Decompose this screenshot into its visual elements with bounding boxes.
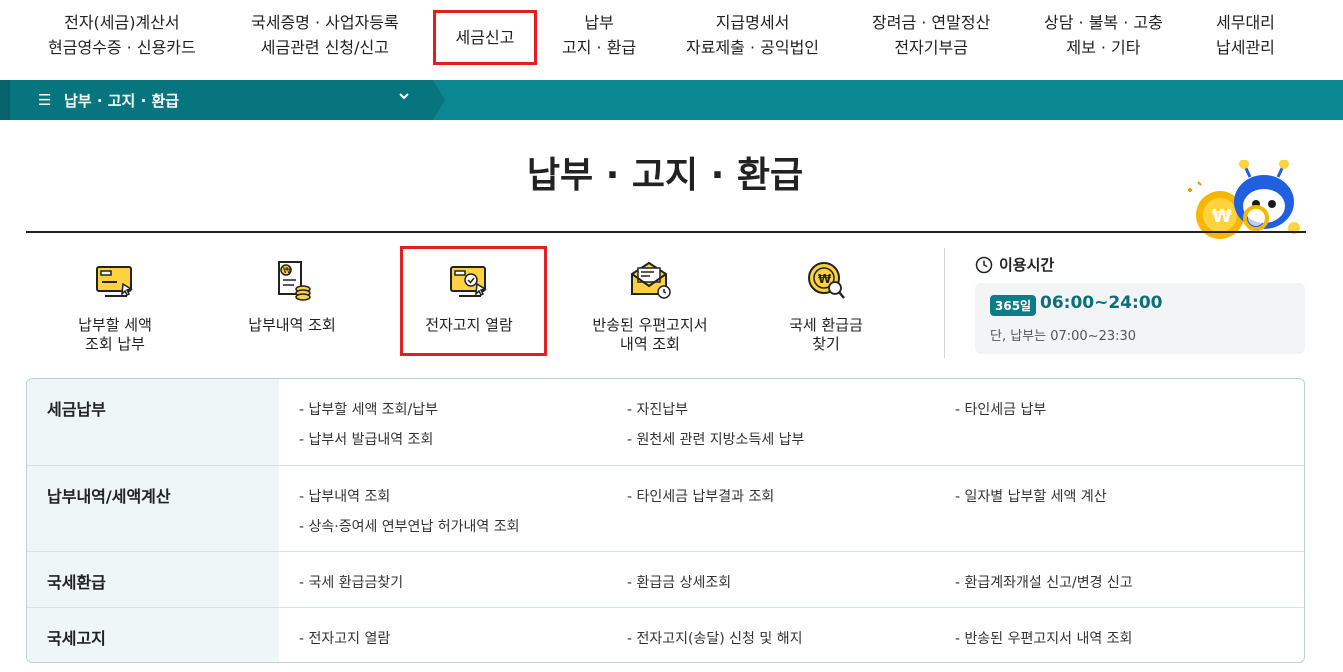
service-hours-title: 이용시간 [975,254,1054,275]
row-category: 국세고지 [27,608,279,662]
page-title: 납부 · 고지 · 환급 [526,155,804,196]
table-row: 국세환급 - 국세 환급금찾기 - 환급금 상세조회 - 환급계좌개설 신고/변… [27,551,1304,607]
nav-item-line1: 납부 [584,13,614,32]
title-divider [26,231,1306,233]
quick-menu-label: 국세 환급금 찾기 [789,316,863,353]
svg-text:₩: ₩ [283,266,291,275]
service-link[interactable]: - 납부할 세액 조회/납부 [299,399,438,419]
coin-magnifier-icon: ₩ [808,262,845,299]
service-link[interactable]: - 환급계좌개설 신고/변경 신고 [955,572,1133,592]
service-hours-title-text: 이용시간 [999,256,1055,274]
section-menu-bar: ☰ 납부 · 고지 · 환급 [0,80,1343,120]
nav-item-tax-agent[interactable]: 세무대리 납세관리 [1216,10,1275,60]
monitor-icon [96,266,133,297]
service-link[interactable]: - 환급금 상세조회 [627,572,731,592]
nav-item-line1: 장려금 · 연말정산 [872,13,991,32]
hamburger-icon: ☰ [38,91,52,109]
nav-item-line2: 고지 · 환급 [562,38,637,57]
service-hours-box: 365일 06:00~24:00 단, 납부는 07:00~23:30 [975,283,1305,354]
nav-item-line2: 전자기부금 [894,38,968,57]
mascot-illustration: ₩ [1188,160,1300,239]
nav-item-line1: 상담 · 불복 · 고충 [1044,13,1163,32]
quick-menu-e-notice[interactable]: 전자고지 열람 [394,258,544,335]
service-link[interactable]: - 납부내역 조회 [299,486,390,506]
quick-menu-label: 전자고지 열람 [425,316,513,334]
quick-menu-payment-history[interactable]: ₩ 납부내역 조회 [217,258,367,335]
nav-item-certificates[interactable]: 국세증명 · 사업자등록 세금관련 신청/신고 [251,10,399,60]
service-link[interactable]: - 일자별 납부할 세액 계산 [955,486,1107,506]
table-row: 세금납부 - 납부할 세액 조회/납부 - 자진납부 - 타인세금 납부 - 납… [27,379,1304,465]
365-days-badge: 365일 [990,295,1037,316]
table-row: 국세고지 - 전자고지 열람 - 전자고지(송달) 신청 및 해지 - 반송된 … [27,607,1304,662]
nav-item-line1: 세금신고 [455,28,515,47]
envelope-clock-icon [631,261,671,299]
table-row: 납부내역/세액계산 - 납부내역 조회 - 타인세금 납부결과 조회 - 일자별… [27,465,1304,551]
quick-menu-returned-mail[interactable]: 반송된 우편고지서 내역 조회 [575,258,725,354]
nav-item-line2: 세금관련 신청/신고 [260,38,389,57]
service-link[interactable]: - 납부서 발급내역 조회 [299,429,433,449]
quick-menu-check-and-pay[interactable]: 납부할 세액 조회 납부 [40,258,190,354]
quick-menu-label: 납부내역 조회 [248,316,336,334]
receipt-coins-icon: ₩ [278,261,311,301]
clock-icon [975,256,993,273]
nav-item-line1: 전자(세금)계산서 [64,13,180,32]
e-notice-monitor-icon [450,266,487,297]
nav-item-payment-statements[interactable]: 지급명세서 자료제출 · 공익법인 [686,10,819,60]
nav-item-e-invoice[interactable]: 전자(세금)계산서 현금영수증 · 신용카드 [48,10,196,60]
service-link[interactable]: - 국세 환급금찾기 [299,572,403,592]
service-link[interactable]: - 원천세 관련 지방소득세 납부 [627,429,804,449]
svg-text:₩: ₩ [1212,206,1232,227]
service-link[interactable]: - 타인세금 납부결과 조회 [627,486,774,506]
service-link[interactable]: - 전자고지(송달) 신청 및 해지 [627,628,802,648]
quick-menu-divider [944,248,945,358]
nav-item-payment[interactable]: 납부 고지 · 환급 [562,10,636,60]
menu-bar-edge [0,80,10,120]
nav-item-line2: 현금영수증 · 신용카드 [48,38,196,57]
section-menu-dropdown[interactable]: ☰ 납부 · 고지 · 환급 [10,80,445,120]
service-hours-time: 06:00~24:00 [1040,293,1163,313]
nav-item-line1: 지급명세서 [715,13,790,32]
row-category: 세금납부 [27,379,279,465]
row-category: 납부내역/세액계산 [27,466,279,551]
quick-menu-label: 반송된 우편고지서 내역 조회 [592,316,708,353]
chevron-down-icon [398,90,410,106]
nav-item-line2: 자료제출 · 공익법인 [686,38,820,57]
nav-item-line2: 제보 · 기타 [1066,38,1141,57]
quick-menu-find-refund[interactable]: ₩ 국세 환급금 찾기 [751,258,901,354]
nav-item-line1: 국세증명 · 사업자등록 [251,13,399,32]
service-link[interactable]: - 반송된 우편고지서 내역 조회 [955,628,1132,648]
service-table: 세금납부 - 납부할 세액 조회/납부 - 자진납부 - 타인세금 납부 - 납… [26,378,1305,663]
section-menu-label: 납부 · 고지 · 환급 [64,91,180,110]
nav-item-line2: 납세관리 [1216,38,1275,57]
nav-item-line1: 세무대리 [1216,13,1275,32]
nav-item-tax-filing[interactable]: 세금신고 [433,10,537,65]
service-link[interactable]: - 자진납부 [627,399,688,419]
service-link[interactable]: - 타인세금 납부 [955,399,1046,419]
service-hours-note: 단, 납부는 07:00~23:30 [990,329,1137,344]
service-link[interactable]: - 상속·증여세 연부연납 허가내역 조회 [299,516,520,536]
top-navigation: 전자(세금)계산서 현금영수증 · 신용카드 국세증명 · 사업자등록 세금관련… [0,0,1343,80]
row-category: 국세환급 [27,552,279,607]
nav-item-incentives[interactable]: 장려금 · 연말정산 전자기부금 [872,10,990,60]
quick-menu-label: 납부할 세액 조회 납부 [78,316,152,353]
service-link[interactable]: - 전자고지 열람 [299,628,390,648]
nav-item-consultation[interactable]: 상담 · 불복 · 고충 제보 · 기타 [1044,10,1163,60]
